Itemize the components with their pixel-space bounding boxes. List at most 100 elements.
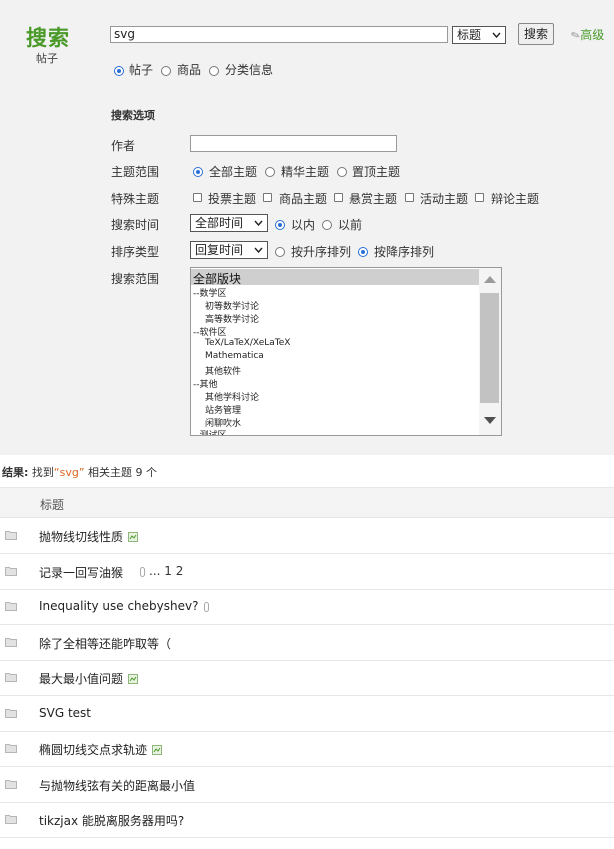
image-attachment-icon — [152, 745, 162, 755]
folder-icon — [5, 708, 17, 718]
result-prefix: 结果: — [2, 466, 29, 479]
page-subtitle: 帖子 — [36, 52, 58, 65]
checkbox-special-reward-label: 悬赏主题 — [349, 192, 398, 206]
search-button[interactable]: 搜索 — [518, 23, 554, 45]
folder-icon — [5, 566, 17, 576]
forum-option[interactable]: 其他软件 — [205, 364, 241, 377]
thread-title-link[interactable]: 抛物线切线性质 — [39, 528, 123, 545]
table-row[interactable]: 记录一回写油猴 ... 1 2 — [0, 554, 614, 590]
sort-select-value: 回复时间 — [195, 243, 244, 257]
scroll-up-arrow-icon[interactable] — [484, 276, 496, 283]
forum-option[interactable]: --软件区 — [193, 325, 227, 338]
forum-option[interactable]: 其他学科讨论 — [205, 390, 259, 403]
time-label: 搜索时间 — [111, 218, 160, 232]
folder-icon — [5, 673, 17, 682]
topic-range-label: 主题范围 — [111, 165, 160, 179]
table-header: 标题 — [0, 487, 614, 518]
search-scope-select[interactable]: 标题 — [452, 26, 506, 44]
radio-time-within[interactable] — [275, 220, 285, 230]
radio-time-before[interactable] — [322, 220, 332, 230]
radio-type-goods-label: 商品 — [177, 63, 202, 77]
table-row[interactable]: tikzjax 能脱离服务器用吗? — [0, 802, 614, 838]
radio-sort-asc-label: 按升序排列 — [291, 245, 352, 259]
forum-option[interactable]: --数学区 — [193, 286, 227, 299]
checkbox-special-debate-label: 辩论主题 — [491, 192, 540, 206]
page-title: 搜索 — [26, 26, 70, 50]
advanced-label: 高级 — [580, 28, 605, 42]
attachment-clip-icon — [204, 602, 209, 612]
result-count: 相关主题 9 个 — [88, 466, 158, 479]
table-row[interactable]: 与抛物线弦有关的距离最小值 — [0, 767, 614, 803]
table-row[interactable]: 最大最小值问题 — [0, 660, 614, 696]
author-input[interactable] — [190, 135, 397, 152]
checkbox-special-debate[interactable] — [475, 193, 484, 202]
thread-title-link[interactable]: 除了全相等还能咋取等（ — [39, 635, 171, 652]
folder-icon — [5, 779, 17, 789]
radio-topic-digest[interactable] — [265, 167, 275, 177]
radio-sort-desc-label: 按降序排列 — [374, 245, 435, 259]
search-input[interactable]: svg — [110, 26, 448, 43]
scroll-down-arrow-icon[interactable] — [484, 417, 496, 424]
radio-sort-desc[interactable] — [358, 247, 368, 257]
table-row[interactable]: 除了全相等还能咋取等（ — [0, 625, 614, 661]
table-row[interactable]: 椭圆切线交点求轨迹 — [0, 731, 614, 767]
search-scope-value: 标题 — [457, 28, 482, 42]
time-select[interactable]: 全部时间 — [190, 214, 268, 232]
result-summary: 结果: 找到“svg” 相关主题 9 个 — [2, 464, 157, 480]
radio-type-posts-label: 帖子 — [129, 63, 154, 77]
radio-sort-asc[interactable] — [275, 247, 285, 257]
radio-type-goods[interactable] — [161, 66, 171, 76]
image-attachment-icon — [128, 532, 138, 542]
radio-topic-all[interactable] — [193, 167, 203, 177]
sort-select[interactable]: 回复时间 — [190, 241, 268, 259]
forum-option[interactable]: 初等数学讨论 — [205, 299, 259, 312]
radio-type-posts[interactable] — [114, 66, 124, 76]
table-row[interactable]: Inequality use chebyshev? — [0, 589, 614, 625]
forum-option[interactable]: Mathematica — [205, 351, 264, 361]
thread-title-link[interactable]: 最大最小值问题 — [39, 670, 123, 687]
forum-option[interactable]: --测试区 — [193, 428, 227, 435]
table-row[interactable]: SVG test — [0, 696, 614, 732]
attachment-clip-icon — [140, 566, 145, 577]
checkbox-special-poll-label: 投票主题 — [208, 192, 257, 206]
folder-icon — [5, 637, 17, 647]
special-label: 特殊主题 — [111, 192, 160, 206]
folder-icon — [5, 815, 17, 824]
thread-title-link[interactable]: SVG test — [39, 706, 91, 720]
thread-title-link[interactable]: tikzjax 能脱离服务器用吗? — [39, 812, 184, 829]
radio-topic-all-label: 全部主题 — [209, 165, 258, 179]
chevron-down-icon — [492, 32, 501, 38]
folder-icon — [5, 744, 17, 753]
forum-option[interactable]: 高等数学讨论 — [205, 312, 259, 325]
thread-title-link[interactable]: 记录一回写油猴 — [39, 564, 123, 581]
thread-title-link[interactable]: 与抛物线弦有关的距离最小值 — [39, 777, 195, 794]
checkbox-special-activity-label: 活动主题 — [420, 192, 469, 206]
chevron-down-icon — [254, 247, 263, 253]
radio-time-before-label: 以前 — [338, 218, 363, 232]
result-found: 找到 — [31, 466, 54, 479]
author-label: 作者 — [111, 139, 136, 153]
checkbox-special-reward[interactable] — [334, 193, 343, 202]
forum-option-selected[interactable]: 全部版块 — [191, 269, 479, 286]
radio-topic-sticky-label: 置顶主题 — [352, 165, 401, 179]
radio-type-classified[interactable] — [209, 66, 219, 76]
checkbox-special-activity[interactable] — [405, 193, 414, 202]
scrollbar-thumb[interactable] — [480, 293, 499, 403]
time-select-value: 全部时间 — [195, 216, 244, 230]
advanced-search-link[interactable]: ✎高级 — [569, 26, 605, 43]
section-title: 搜索选项 — [111, 109, 155, 122]
thread-title-link[interactable]: Inequality use chebyshev? — [39, 599, 198, 613]
forum-listbox[interactable]: 全部版块 --数学区 初等数学讨论 高等数学讨论 --软件区 TeX/LaTeX… — [190, 267, 502, 436]
checkbox-special-poll[interactable] — [193, 193, 202, 202]
checkbox-special-goods[interactable] — [263, 193, 272, 202]
forum-option[interactable]: TeX/LaTeX/XeLaTeX — [205, 338, 290, 348]
radio-type-classified-label: 分类信息 — [225, 63, 274, 77]
radio-topic-sticky[interactable] — [337, 167, 347, 177]
image-attachment-icon — [128, 674, 138, 684]
thread-pages[interactable]: ... 1 2 — [149, 564, 183, 578]
forum-option[interactable]: --其他 — [193, 377, 218, 390]
table-row[interactable]: 抛物线切线性质 — [0, 518, 614, 554]
forum-option[interactable]: 站务管理 — [205, 403, 241, 416]
thread-title-link[interactable]: 椭圆切线交点求轨迹 — [39, 741, 147, 758]
listbox-scrollbar[interactable] — [479, 268, 501, 435]
